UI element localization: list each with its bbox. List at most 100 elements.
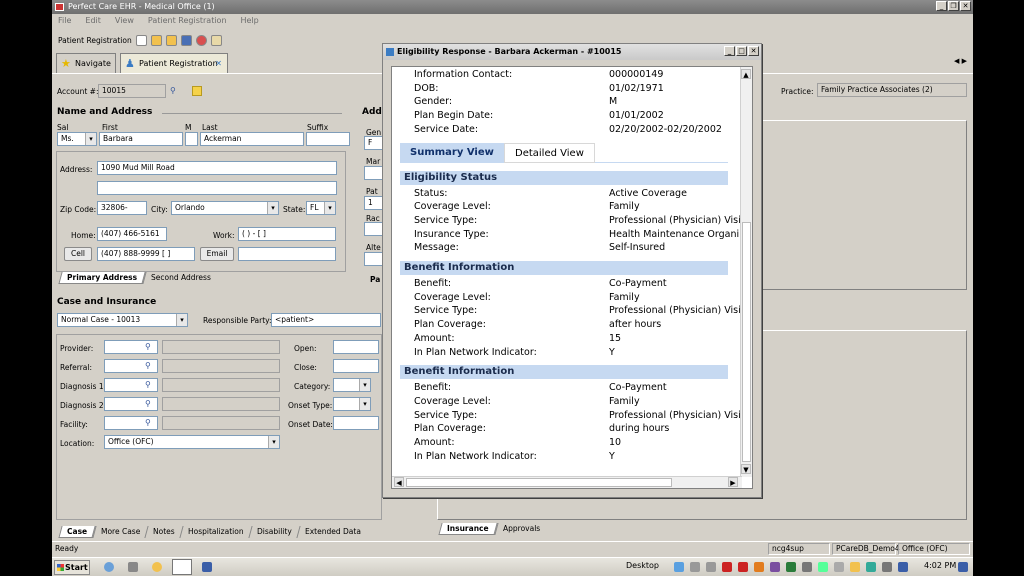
location-select[interactable]: Office (OFC) [104,435,280,449]
dialog-minimize-button[interactable]: _ [724,46,735,56]
dialog-close-button[interactable]: ✕ [748,46,759,56]
suffix-input[interactable] [306,132,350,146]
marital-field[interactable] [364,166,384,180]
scroll-down-icon[interactable]: ▼ [741,464,751,474]
tab-hospitalization[interactable]: Hospitalization [179,526,252,538]
tab-patient-registration[interactable]: ♟ Patient Registration ✕ [120,53,228,73]
tab-notes[interactable]: Notes [144,526,183,538]
right-tab-label[interactable]: Pa [370,275,380,284]
tab-navigate[interactable]: ★ Navigate [56,53,116,73]
tab-insurance[interactable]: Insurance [438,523,498,535]
category-select[interactable] [333,378,371,392]
referral-lookup-icon[interactable]: ⚲ [145,361,155,371]
onset-type-select[interactable] [333,397,371,411]
zip-input[interactable]: 32806- [97,201,147,215]
salutation-select[interactable]: Ms. [57,132,97,146]
tray-end-icon[interactable] [958,562,968,572]
tab-extended-data[interactable]: Extended Data [295,526,369,538]
tab-more-case[interactable]: More Case [92,526,149,538]
account-lookup-icon[interactable]: ⚲ [170,86,180,96]
messenger-icon[interactable] [152,562,162,572]
hscroll-thumb[interactable] [406,478,672,487]
tray-volume-icon[interactable] [882,562,892,572]
taskbar-app-ehr[interactable] [172,559,192,575]
tab-scroll-arrows-icon[interactable]: ◀ ▶ [954,57,967,65]
provider-lookup-icon[interactable]: ⚲ [145,342,155,352]
close-tab-icon[interactable]: ✕ [215,54,222,74]
tray-app-icon[interactable] [770,562,780,572]
email-input[interactable] [238,247,336,261]
work-phone-input[interactable]: ( ) - [ ] [238,227,336,241]
stop-icon[interactable] [195,34,207,46]
middle-initial-input[interactable] [185,132,198,146]
open-folder-icon[interactable] [150,34,162,46]
tray-bluetooth-icon[interactable] [898,562,908,572]
cell-phone-input[interactable]: (407) 888-9999 [ ] [97,247,195,261]
state-select[interactable]: FL [306,201,336,215]
scroll-thumb[interactable] [742,222,751,462]
cell-button[interactable]: Cell [64,247,92,261]
email-button[interactable]: Email [200,247,234,261]
address-line1-input[interactable]: 1090 Mud Mill Road [97,161,337,175]
city-select[interactable]: Orlando [171,201,279,215]
practice-field[interactable]: Family Practice Associates (2) [817,83,967,97]
scroll-left-icon[interactable]: ◀ [394,477,404,487]
diagnosis1-lookup-icon[interactable]: ⚲ [145,380,155,390]
menu-view[interactable]: View [115,14,134,28]
tray-acrobat-icon[interactable] [722,562,732,572]
taskbar-app-icon[interactable] [202,562,212,572]
scroll-up-icon[interactable]: ▲ [741,69,751,79]
clock[interactable]: 4:02 PM [924,561,956,570]
account-field[interactable]: 10015 [98,84,166,98]
ie-icon[interactable] [104,562,114,572]
tray-shield-icon[interactable] [850,562,860,572]
open-date-input[interactable] [333,340,379,354]
menu-file[interactable]: File [58,14,71,28]
tab-case[interactable]: Case [58,526,96,538]
case-select[interactable]: Normal Case - 10013 [57,313,188,327]
tab-detailed-view[interactable]: Detailed View [504,142,595,163]
menu-patient-registration[interactable]: Patient Registration [148,14,227,28]
menu-help[interactable]: Help [241,14,259,28]
restore-button[interactable]: ❐ [948,1,959,11]
tray-snowflake-icon[interactable] [674,562,684,572]
dialog-maximize-button[interactable]: □ [736,46,747,56]
tab-approvals[interactable]: Approvals [493,523,548,535]
tray-mail-icon[interactable] [738,562,748,572]
tray-chat-icon[interactable] [866,562,876,572]
first-name-input[interactable]: Barbara [99,132,183,146]
home-phone-input[interactable]: (407) 466-5161 [97,227,167,241]
vertical-scrollbar[interactable]: ▲ ▼ [740,67,752,477]
explorer-icon[interactable] [128,562,138,572]
minimize-button[interactable]: _ [936,1,947,11]
tray-update-icon[interactable] [786,562,796,572]
race-field[interactable] [364,222,384,236]
onset-date-input[interactable] [333,416,379,430]
tray-security-icon[interactable] [818,562,828,572]
tab-summary-view[interactable]: Summary View [400,142,504,163]
responsible-party-field[interactable]: <patient> [271,313,381,327]
tab-second-address[interactable]: Second Address [142,272,219,284]
tray-network-icon[interactable] [802,562,812,572]
tray-usb-icon[interactable] [834,562,844,572]
note-icon[interactable] [192,86,202,96]
tray-screen-icon[interactable] [690,562,700,572]
horizontal-scrollbar[interactable]: ◀ ▶ [392,476,742,488]
facility-lookup-icon[interactable]: ⚲ [145,418,155,428]
new-icon[interactable] [135,34,147,46]
tray-keyboard-icon[interactable] [706,562,716,572]
print-icon[interactable] [210,34,222,46]
patient-type-field[interactable]: 1 [364,196,384,210]
diagnosis2-lookup-icon[interactable]: ⚲ [145,399,155,409]
menu-edit[interactable]: Edit [85,14,101,28]
tray-java-icon[interactable] [754,562,764,572]
gender-field[interactable]: F [364,136,384,150]
folder-icon[interactable] [165,34,177,46]
tab-primary-address[interactable]: Primary Address [58,272,146,284]
save-icon[interactable] [180,34,192,46]
desktop-toolbar-label[interactable]: Desktop [626,561,659,570]
close-button[interactable]: ✕ [960,1,971,11]
address-line2-input[interactable] [97,181,337,195]
start-button[interactable]: Start [54,560,90,575]
alternate-field[interactable] [364,252,384,266]
